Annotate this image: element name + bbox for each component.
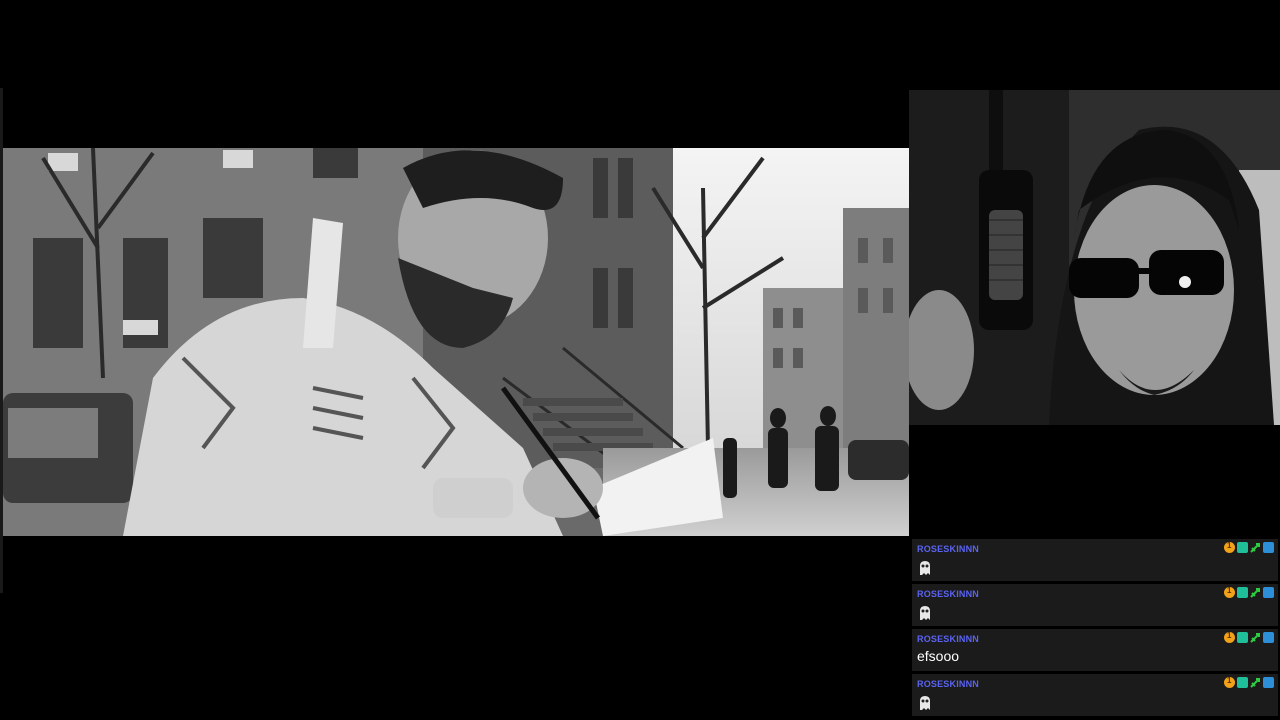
subscriber-badge-icon <box>1237 677 1248 688</box>
chat-message-text: efsooo <box>917 648 960 664</box>
ghost-emote-icon <box>920 696 930 710</box>
subscriber-badge-icon <box>1237 587 1248 598</box>
ghost-emote-icon <box>920 561 930 575</box>
subscriber-badge-icon <box>1237 542 1248 553</box>
coin-badge-icon <box>1224 631 1235 643</box>
moderator-sword-icon <box>1250 587 1261 598</box>
webcam-overlay <box>909 90 1280 425</box>
coin-badge-icon <box>1224 676 1235 688</box>
verified-arrow-icon <box>1263 542 1274 553</box>
user-badges <box>1224 676 1274 688</box>
webcam-image <box>909 90 1280 425</box>
chat-username[interactable]: ROSESKINNN <box>917 634 1274 644</box>
verified-arrow-icon <box>1263 677 1274 688</box>
chat-username[interactable]: ROSESKINNN <box>917 589 1274 599</box>
moderator-sword-icon <box>1250 632 1261 643</box>
chat-message: ROSESKINNN efsooo <box>912 629 1278 671</box>
moderator-sword-icon <box>1250 542 1261 553</box>
verified-arrow-icon <box>1263 632 1274 643</box>
chat-message: ROSESKINNN <box>912 674 1278 716</box>
coin-badge-icon <box>1224 541 1235 553</box>
user-badges <box>1224 586 1274 598</box>
moderator-sword-icon <box>1250 677 1261 688</box>
chat-username[interactable]: ROSESKINNN <box>917 544 1274 554</box>
chat-panel: ROSESKINNN ROSESKINNN ROSESKINNN efsooo … <box>912 539 1278 720</box>
user-badges <box>1224 631 1274 643</box>
subscriber-badge-icon <box>1237 632 1248 643</box>
chat-message: ROSESKINNN <box>912 539 1278 581</box>
chat-username[interactable]: ROSESKINNN <box>917 679 1274 689</box>
chat-message: ROSESKINNN <box>912 584 1278 626</box>
main-video-player[interactable] <box>3 148 909 536</box>
ghost-emote-icon <box>920 606 930 620</box>
video-frame-image <box>3 148 909 536</box>
user-badges <box>1224 541 1274 553</box>
verified-arrow-icon <box>1263 587 1274 598</box>
coin-badge-icon <box>1224 586 1235 598</box>
